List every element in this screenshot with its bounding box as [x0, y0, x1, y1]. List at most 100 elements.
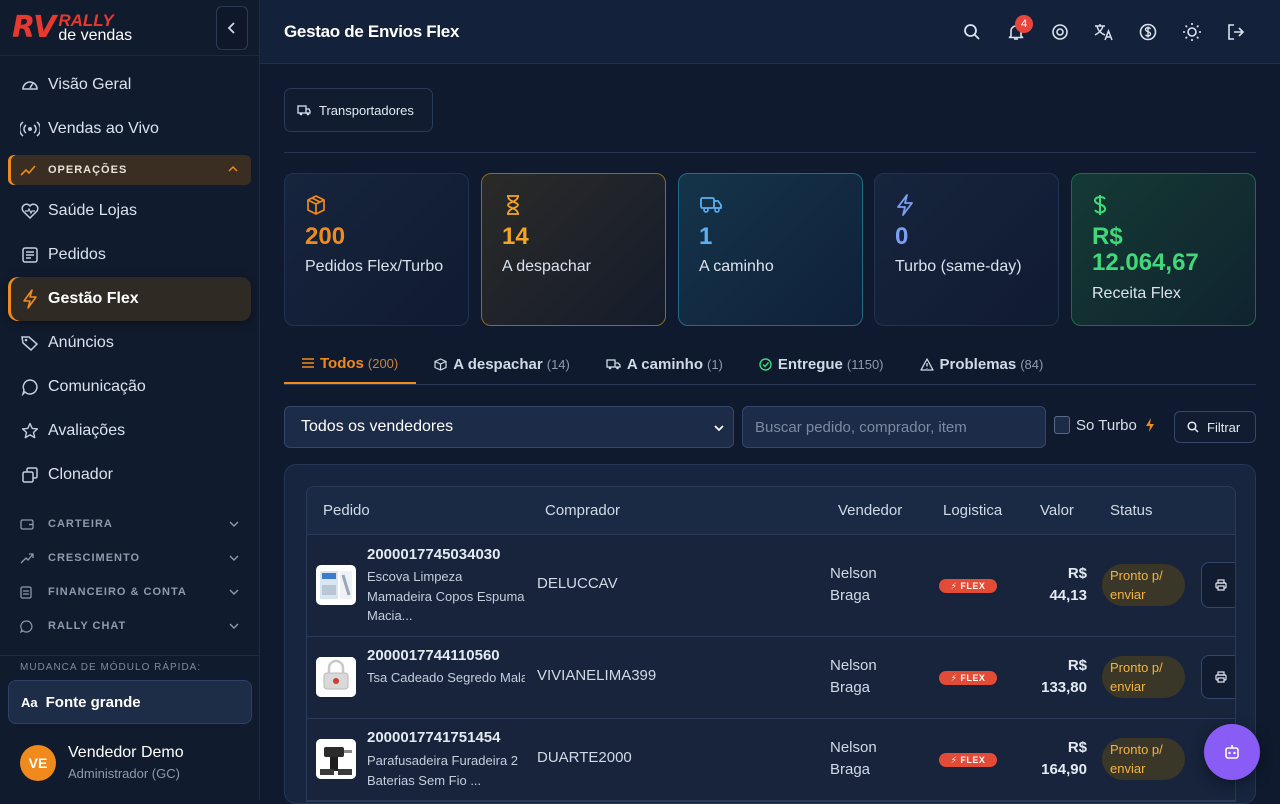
table-row[interactable]: 2000017745034030 Escova Limpeza Mamadeir… [307, 535, 1235, 637]
column-header-vendedor[interactable]: Vendedor [838, 502, 902, 519]
carriers-button[interactable]: Transportadores [284, 88, 433, 132]
orders-table: Pedido Comprador Vendedor Logistica Valo… [306, 486, 1236, 802]
gauge-icon [20, 75, 40, 95]
heart-pulse-icon [20, 201, 40, 221]
seller-select[interactable]: Todos os vendedores [284, 406, 734, 448]
assistant-bot-button[interactable] [1204, 724, 1260, 780]
sidebar-item-label: Comunicação [48, 378, 146, 395]
section-crescimento[interactable]: CRESCIMENTO [0, 541, 259, 575]
box-icon [434, 357, 447, 371]
sidebar-item-vendas-ao-vivo[interactable]: Vendas ao Vivo [0, 107, 259, 151]
collapse-sidebar-button[interactable] [216, 6, 248, 50]
settings-icon[interactable] [1048, 20, 1072, 44]
stat-card-turbo[interactable]: 0 Turbo (same-day) [874, 173, 1059, 326]
stat-card-despachar[interactable]: 14 A despachar [481, 173, 666, 326]
column-header-pedido[interactable]: Pedido [323, 502, 370, 519]
stat-value: 14 [502, 223, 529, 250]
tab-entregue[interactable]: Entregue (1150) [741, 344, 902, 384]
print-label-button[interactable] [1201, 655, 1235, 699]
section-financeiro-conta[interactable]: FINANCEIRO & CONTA [0, 575, 259, 609]
menu-icon [302, 358, 314, 368]
turbo-filter[interactable]: So Turbo [1054, 416, 1155, 434]
flex-badge: ⚡ FLEX [939, 579, 997, 593]
main-content: Transportadores 200 Pedidos Flex/Turbo 1… [260, 64, 1280, 804]
table-header: Pedido Comprador Vendedor Logistica Valo… [307, 487, 1235, 535]
flex-badge: ⚡ FLEX [939, 753, 997, 767]
status-badge: Pronto p/ enviar [1102, 656, 1185, 698]
sidebar-item-label: Gestão Flex [48, 290, 139, 307]
column-header-logistica[interactable]: Logistica [943, 502, 1002, 519]
section-label: RALLY CHAT [48, 620, 127, 632]
font-size-icon: Aa [21, 694, 38, 710]
sidebar-item-clonador[interactable]: Clonador [0, 453, 259, 497]
trend-icon [20, 164, 38, 176]
file-icon [20, 585, 38, 599]
tab-todos[interactable]: Todos (200) [284, 344, 417, 384]
large-font-button[interactable]: Aa Fonte grande [8, 680, 252, 724]
wallet-icon [20, 518, 38, 530]
column-header-status[interactable]: Status [1110, 502, 1153, 519]
carriers-label: Transportadores [319, 102, 414, 118]
order-id[interactable]: 2000017745034030 [367, 546, 500, 563]
tag-icon [20, 333, 40, 353]
order-id[interactable]: 2000017741751454 [367, 729, 500, 746]
section-operacoes[interactable]: OPERAÇÕES [8, 155, 251, 185]
sun-icon[interactable] [1180, 20, 1204, 44]
user-profile[interactable]: VE Vendedor Demo Administrador (GC) [20, 744, 184, 781]
sidebar-item-label: Visão Geral [48, 76, 132, 93]
order-id[interactable]: 2000017744110560 [367, 647, 500, 664]
stat-value: 0 [895, 223, 909, 250]
sidebar-item-gestao-flex[interactable]: Gestão Flex [8, 277, 251, 321]
tab-a-caminho[interactable]: A caminho (1) [588, 344, 741, 384]
item-name: Tsa Cadeado Segredo Mala Armario Vestiar… [367, 670, 525, 685]
box-icon [305, 194, 448, 218]
stat-label: Receita Flex [1092, 284, 1181, 302]
sidebar-item-visao-geral[interactable]: Visão Geral [0, 63, 259, 107]
section-rally-chat[interactable]: RALLY CHAT [0, 609, 259, 643]
seller-name: Nelson Braga [830, 565, 877, 604]
quick-switch-label: MUDANCA DE MÓDULO RÁPIDA: [0, 655, 259, 673]
sidebar-item-avaliacoes[interactable]: Avaliações [0, 409, 259, 453]
sidebar-item-pedidos[interactable]: Pedidos [0, 233, 259, 277]
seller-select-value: Todos os vendedores [301, 418, 454, 435]
sidebar-item-saude-lojas[interactable]: Saúde Lojas [0, 189, 259, 233]
stat-card-caminho[interactable]: 1 A caminho [678, 173, 863, 326]
sidebar-item-label: Pedidos [48, 246, 106, 263]
table-row[interactable]: 2000017741751454 Parafusadeira Furadeira… [307, 719, 1235, 801]
stat-label: Pedidos Flex/Turbo [305, 258, 444, 276]
warning-icon [919, 357, 934, 371]
column-header-comprador[interactable]: Comprador [545, 502, 620, 519]
filter-button[interactable]: Filtrar [1174, 411, 1256, 443]
translate-icon[interactable] [1092, 20, 1116, 44]
search-icon [1187, 421, 1199, 433]
sidebar-item-comunicacao[interactable]: Comunicação [0, 365, 259, 409]
divider [284, 152, 1256, 153]
search-icon[interactable] [960, 20, 984, 44]
stat-value: 200 [305, 223, 346, 250]
tab-label: A despachar [453, 355, 543, 373]
search-input[interactable] [742, 406, 1046, 448]
section-label: OPERAÇÕES [48, 164, 128, 176]
stat-card-receita[interactable]: R$ 12.064,67 Receita Flex [1071, 173, 1256, 326]
table-row[interactable]: 2000017744110560 Tsa Cadeado Segredo Mal… [307, 637, 1235, 719]
currency-icon[interactable] [1136, 20, 1160, 44]
tab-a-despachar[interactable]: A despachar (14) [416, 344, 588, 384]
seller-name: Nelson Braga [830, 657, 877, 696]
stat-value: 1 [699, 223, 713, 250]
column-header-valor[interactable]: Valor [1040, 502, 1074, 519]
tab-problemas[interactable]: Problemas (84) [902, 344, 1062, 384]
page-title: Gestao de Envios Flex [284, 21, 460, 41]
section-carteira[interactable]: CARTEIRA [0, 507, 259, 541]
tab-label: Todos [320, 354, 364, 372]
sidebar-item-anuncios[interactable]: Anúncios [0, 321, 259, 365]
sidebar-item-label: Vendas ao Vivo [48, 120, 159, 137]
stat-label: A caminho [699, 258, 774, 276]
chevron-down-icon [229, 521, 239, 527]
turbo-checkbox[interactable] [1054, 416, 1070, 434]
stat-card-pedidos[interactable]: 200 Pedidos Flex/Turbo [284, 173, 469, 326]
logout-icon[interactable] [1224, 20, 1248, 44]
bolt-icon [20, 289, 40, 309]
logo-mark: RV [12, 9, 56, 45]
rally-logo[interactable]: RV RALLY de vendas [12, 12, 132, 44]
print-label-button[interactable] [1201, 562, 1235, 608]
